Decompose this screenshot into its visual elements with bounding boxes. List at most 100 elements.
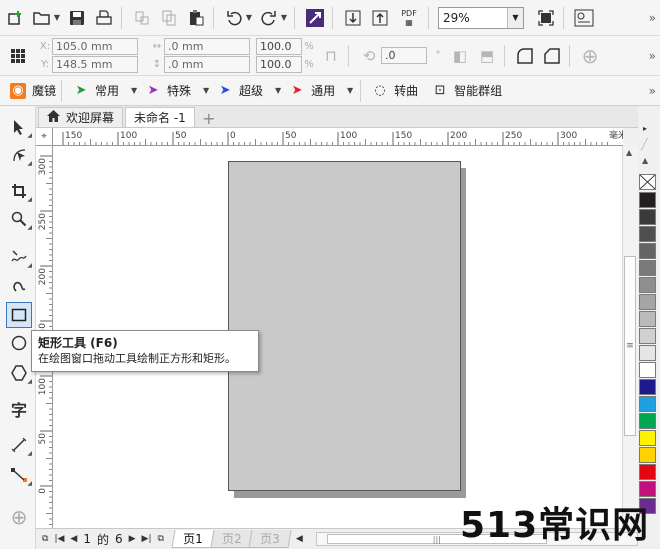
chevron-down-icon[interactable]: ▼ bbox=[273, 86, 283, 95]
export-icon[interactable] bbox=[368, 6, 392, 30]
save-icon[interactable] bbox=[65, 6, 89, 30]
vertical-scrollbar[interactable]: ▲ ≡ bbox=[622, 146, 638, 528]
scale-width-field[interactable]: 100.0 bbox=[256, 38, 302, 55]
y-position-field[interactable]: 148.5 mm bbox=[52, 56, 138, 73]
color-swatch[interactable] bbox=[639, 192, 656, 208]
color-swatch[interactable] bbox=[639, 345, 656, 361]
connector-tool-icon[interactable]: ◢ bbox=[6, 462, 32, 488]
undo-icon[interactable] bbox=[222, 6, 246, 30]
import-icon[interactable] bbox=[341, 6, 365, 30]
page-tab-2[interactable]: 页2 bbox=[210, 530, 253, 548]
common-tool[interactable]: ➤ 常用 bbox=[73, 82, 119, 99]
full-screen-icon[interactable] bbox=[534, 6, 558, 30]
new-document-icon[interactable] bbox=[3, 6, 27, 30]
color-swatch[interactable] bbox=[639, 430, 656, 446]
color-swatch[interactable] bbox=[639, 413, 656, 429]
palette-up-icon[interactable]: ▲ bbox=[642, 156, 648, 165]
ellipse-tool-icon[interactable] bbox=[6, 330, 32, 356]
next-page-icon[interactable]: ▶ bbox=[129, 534, 136, 544]
print-icon[interactable] bbox=[92, 6, 116, 30]
chevron-down-icon[interactable]: ▼ bbox=[507, 7, 523, 28]
palette-scroll-up-icon[interactable]: ▸ bbox=[643, 124, 647, 133]
rotate-icon[interactable]: ⟲ bbox=[357, 44, 381, 68]
page-tab-3[interactable]: 页3 bbox=[248, 530, 292, 548]
copy-icon[interactable] bbox=[157, 6, 181, 30]
page-options-icon[interactable]: ⧉ bbox=[42, 534, 48, 544]
add-page-icon[interactable]: ⧉ bbox=[158, 534, 164, 544]
chevron-down-icon[interactable]: ▼ bbox=[201, 86, 211, 95]
scroll-left-icon[interactable]: ◀ bbox=[296, 534, 303, 544]
color-swatch[interactable] bbox=[639, 277, 656, 293]
polygon-tool-icon[interactable]: ◢ bbox=[6, 360, 32, 386]
scroll-thumb[interactable]: ≡ bbox=[624, 256, 636, 436]
freehand-tool-icon[interactable]: ◢ bbox=[6, 244, 32, 270]
chevron-down-icon[interactable]: ▼ bbox=[345, 86, 355, 95]
super-tool[interactable]: ➤ 超级 bbox=[217, 82, 263, 99]
open-folder-icon[interactable] bbox=[30, 6, 54, 30]
color-swatch[interactable] bbox=[639, 209, 656, 225]
paste-icon[interactable] bbox=[184, 6, 208, 30]
mirror-tool[interactable]: ◉ 魔镜 bbox=[10, 82, 56, 99]
color-swatch[interactable] bbox=[639, 447, 656, 463]
general-tool[interactable]: ➤ 通用 bbox=[289, 82, 335, 99]
parallel-dimension-icon[interactable]: ◢ bbox=[6, 432, 32, 458]
rotation-field[interactable]: .0 bbox=[381, 47, 427, 64]
ruler-origin-icon[interactable]: ⌖ bbox=[36, 128, 53, 146]
publish-pdf-button[interactable]: PDF ▦ bbox=[395, 6, 423, 30]
add-icon[interactable]: ⊕ bbox=[578, 44, 602, 68]
color-swatch[interactable] bbox=[639, 311, 656, 327]
overflow-icon[interactable]: » bbox=[649, 11, 656, 25]
eyedropper-icon[interactable]: ╱ bbox=[641, 138, 648, 151]
tab-document[interactable]: 未命名 -1 bbox=[125, 107, 195, 127]
shape-tool-icon[interactable]: ◢ bbox=[6, 142, 32, 168]
crop-tool-icon[interactable]: ◢ bbox=[6, 178, 32, 204]
artistic-media-icon[interactable] bbox=[6, 272, 32, 298]
prev-page-icon[interactable]: ◀ bbox=[70, 534, 77, 544]
text-tool-icon[interactable]: 字 bbox=[6, 396, 32, 422]
height-field[interactable]: .0 mm bbox=[164, 56, 250, 73]
page-size-icon[interactable] bbox=[6, 44, 30, 68]
chevron-down-icon[interactable]: ▼ bbox=[279, 13, 289, 22]
last-page-icon[interactable]: ▶| bbox=[142, 534, 152, 544]
mirror-vertical-icon[interactable]: ⬒ bbox=[475, 44, 499, 68]
add-tool-icon[interactable]: ⊕ bbox=[6, 504, 32, 530]
chamfer-corner-icon[interactable] bbox=[540, 44, 564, 68]
color-swatch[interactable] bbox=[639, 260, 656, 276]
color-swatch[interactable] bbox=[639, 243, 656, 259]
color-swatch[interactable] bbox=[639, 481, 656, 497]
redo-icon[interactable] bbox=[257, 6, 281, 30]
chevron-down-icon[interactable]: ▼ bbox=[52, 13, 62, 22]
color-swatch[interactable] bbox=[639, 362, 656, 378]
page-tab-1[interactable]: 页1 bbox=[171, 530, 215, 548]
zoom-tool-icon[interactable]: ◢ bbox=[6, 206, 32, 232]
zoom-level-select[interactable]: 29% ▼ bbox=[438, 6, 524, 29]
convert-curve-tool[interactable]: ◌ 转曲 bbox=[372, 82, 418, 99]
pick-tool-icon[interactable]: ◢ bbox=[6, 114, 32, 140]
lock-ratio-icon[interactable]: ⊓ bbox=[319, 44, 343, 68]
add-tab-icon[interactable]: + bbox=[199, 109, 219, 128]
cut-icon[interactable] bbox=[130, 6, 154, 30]
overflow-icon[interactable]: » bbox=[649, 84, 656, 98]
scroll-up-icon[interactable]: ▲ bbox=[626, 148, 632, 157]
options-icon[interactable] bbox=[572, 6, 596, 30]
rectangle-tool-icon[interactable] bbox=[6, 302, 32, 328]
round-corner-icon[interactable] bbox=[513, 44, 537, 68]
first-page-icon[interactable]: |◀ bbox=[54, 534, 64, 544]
color-swatch[interactable] bbox=[639, 226, 656, 242]
color-swatch[interactable] bbox=[639, 464, 656, 480]
color-swatch[interactable] bbox=[639, 294, 656, 310]
document-page[interactable] bbox=[228, 161, 461, 491]
chevron-down-icon[interactable]: ▼ bbox=[129, 86, 139, 95]
color-swatch[interactable] bbox=[639, 396, 656, 412]
special-tool[interactable]: ➤ 特殊 bbox=[145, 82, 191, 99]
width-field[interactable]: .0 mm bbox=[164, 38, 250, 55]
color-swatch[interactable] bbox=[639, 328, 656, 344]
search-content-icon[interactable] bbox=[303, 6, 327, 30]
overflow-icon[interactable]: » bbox=[649, 49, 656, 63]
smart-group-tool[interactable]: ⊡ 智能群组 bbox=[432, 82, 502, 99]
color-swatch[interactable] bbox=[639, 379, 656, 395]
scale-height-field[interactable]: 100.0 bbox=[256, 56, 302, 73]
chevron-down-icon[interactable]: ▼ bbox=[244, 13, 254, 22]
no-color-swatch[interactable] bbox=[639, 174, 656, 190]
horizontal-ruler[interactable]: 150 100 50 0 50 100 150 200 250 300 毫米 bbox=[53, 128, 623, 146]
